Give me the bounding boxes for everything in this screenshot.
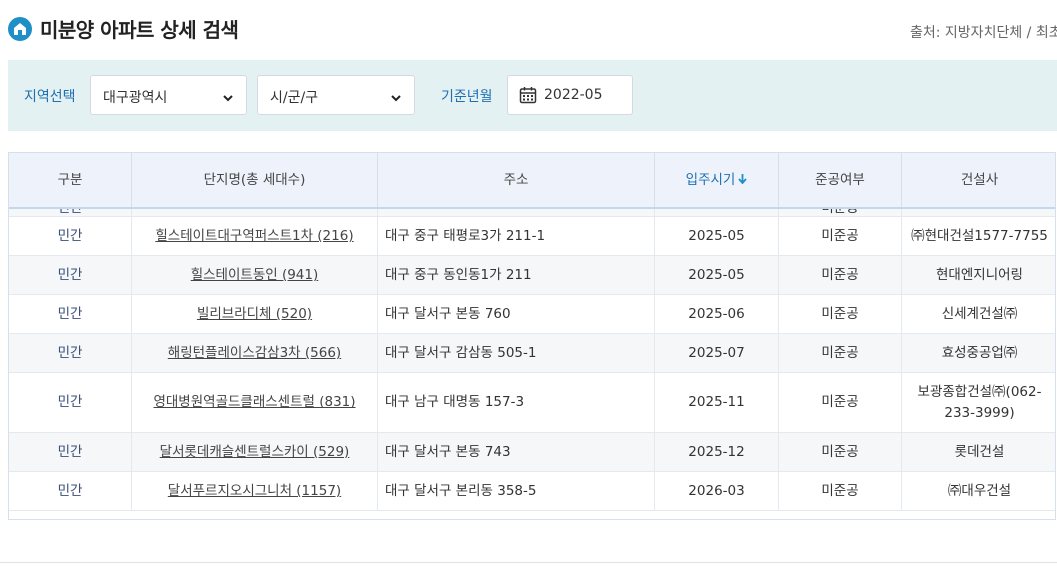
cell-address: 대구 남구 대명동 157-3 bbox=[378, 373, 655, 432]
cell-type: 민간 bbox=[9, 373, 132, 432]
column-header-completion[interactable]: 준공여부 bbox=[779, 153, 902, 207]
page-header: 미분양 아파트 상세 검색 출처: 지방자치단체 / 최초 bbox=[0, 0, 1057, 60]
cell-completion: 미준공 bbox=[779, 256, 902, 294]
table-row: 민간 달서푸르지오시그니처 (1157) 대구 달서구 본리동 358-5 2026-… bbox=[9, 472, 1055, 511]
column-header-move-in-label: 입주시기 bbox=[685, 172, 736, 188]
column-header-move-in[interactable]: 입주시기 bbox=[655, 153, 779, 207]
district-select[interactable]: 시/군/구 bbox=[257, 75, 415, 115]
region-select-value: 대구광역시 bbox=[103, 90, 168, 106]
cell-completion: 미준공 bbox=[779, 472, 902, 510]
date-label: 기준년월 bbox=[441, 89, 493, 105]
table-row: 민간 해링턴플레이스감삼3차 (566) 대구 달서구 감삼동 505-1 2025-… bbox=[9, 334, 1055, 373]
cell-type: 민간 bbox=[9, 295, 132, 333]
column-header-builder[interactable]: 건설사 bbox=[902, 153, 1055, 207]
complex-link[interactable]: 힐스테이트동인 (941) bbox=[191, 265, 319, 285]
table-body: 민간미준공민간힐스테이트대구역퍼스트1차 (216)대구 중구 태평로3가 21… bbox=[9, 201, 1055, 511]
cell-completion: 미준공 bbox=[779, 373, 902, 432]
cell-complex-name: 힐스테이트동인 (941) bbox=[132, 256, 378, 294]
cell-address: 대구 중구 동인동1가 211 bbox=[378, 256, 655, 294]
column-header-type[interactable]: 구분 bbox=[9, 153, 132, 207]
table-row: 민간 달서롯데캐슬센트럴스카이 (529) 대구 달서구 본동 743 2025-12… bbox=[9, 433, 1055, 472]
cell-move-in: 2025-06 bbox=[655, 295, 779, 333]
cell-type: 민간 bbox=[9, 433, 132, 471]
cell-move-in: 2026-03 bbox=[655, 472, 779, 510]
cell-type: 민간 bbox=[9, 217, 132, 255]
cell-type: 민간 bbox=[9, 334, 132, 372]
date-value: 2022-05 bbox=[544, 87, 603, 103]
complex-link[interactable]: 달서롯데캐슬센트럴스카이 (529) bbox=[160, 442, 350, 462]
cell-type: 민간 bbox=[9, 256, 132, 294]
table-row: 민간 빌리브라디체 (520) 대구 달서구 본동 760 2025-06 미준공 신세계… bbox=[9, 295, 1055, 334]
column-header-complex[interactable]: 단지명(총 세대수) bbox=[132, 153, 378, 207]
table-row: 민간 힐스테이트동인 (941) 대구 중구 동인동1가 211 2025-05 미준공… bbox=[9, 256, 1055, 295]
chevron-down-icon bbox=[222, 89, 234, 108]
complex-link[interactable]: 영대병원역골드클래스센트럴 (831) bbox=[153, 392, 355, 412]
cell-address: 대구 달서구 본동 760 bbox=[378, 295, 655, 333]
cell-complex-name: 달서롯데캐슬센트럴스카이 (529) bbox=[132, 433, 378, 471]
column-header-address[interactable]: 주소 bbox=[378, 153, 655, 207]
table-row: 민간 영대병원역골드클래스센트럴 (831) 대구 남구 대명동 157-3 2025… bbox=[9, 373, 1055, 433]
calendar-icon bbox=[519, 86, 537, 108]
page-title: 미분양 아파트 상세 검색 bbox=[40, 18, 239, 42]
cell-builder: 효성중공업㈜ bbox=[941, 344, 1018, 361]
source-text: 출처: 지방자치단체 / 최초 bbox=[910, 25, 1057, 41]
cell-completion: 미준공 bbox=[779, 217, 902, 255]
chevron-down-icon bbox=[390, 89, 402, 108]
cell-builder: 현대엔지니어링 bbox=[936, 266, 1023, 283]
divider bbox=[0, 562, 1057, 563]
filter-bar: 지역선택 대구광역시 시/군/구 기준년월 2022-05 bbox=[8, 60, 1057, 131]
cell-completion: 미준공 bbox=[779, 295, 902, 333]
cell-move-in: 2025-11 bbox=[655, 373, 779, 432]
cell-address: 대구 달서구 본리동 358-5 bbox=[378, 472, 655, 510]
cell-builder: ㈜대우건설 bbox=[947, 482, 1012, 499]
cell-type: 민간 bbox=[9, 472, 132, 510]
district-select-value: 시/군/구 bbox=[270, 90, 319, 106]
date-picker[interactable]: 2022-05 bbox=[507, 75, 633, 115]
cell-completion: 미준공 bbox=[779, 433, 902, 471]
cell-complex-name: 힐스테이트대구역퍼스트1차 (216) bbox=[132, 217, 378, 255]
cell-complex-name: 빌리브라디체 (520) bbox=[132, 295, 378, 333]
cell-completion: 미준공 bbox=[779, 334, 902, 372]
complex-link[interactable]: 빌리브라디체 (520) bbox=[197, 304, 312, 324]
region-select[interactable]: 대구광역시 bbox=[90, 75, 247, 115]
table-row: 민간 힐스테이트대구역퍼스트1차 (216) 대구 중구 태평로3가 211-1 20… bbox=[9, 217, 1055, 256]
cell-address: 대구 중구 태평로3가 211-1 bbox=[378, 217, 655, 255]
complex-link[interactable]: 힐스테이트대구역퍼스트1차 (216) bbox=[155, 226, 353, 246]
region-label: 지역선택 bbox=[24, 89, 76, 105]
cell-complex-name: 달서푸르지오시그니처 (1157) bbox=[132, 472, 378, 510]
cell-move-in: 2025-12 bbox=[655, 433, 779, 471]
cell-move-in: 2025-07 bbox=[655, 334, 779, 372]
cell-complex-name: 해링턴플레이스감삼3차 (566) bbox=[132, 334, 378, 372]
complex-link[interactable]: 달서푸르지오시그니처 (1157) bbox=[168, 481, 341, 501]
cell-complex-name: 영대병원역골드클래스센트럴 (831) bbox=[132, 373, 378, 432]
cell-builder: ㈜현대건설1577-7755 bbox=[911, 227, 1048, 244]
cell-move-in: 2025-05 bbox=[655, 256, 779, 294]
cell-move-in: 2025-05 bbox=[655, 217, 779, 255]
complex-link[interactable]: 해링턴플레이스감삼3차 (566) bbox=[168, 343, 341, 363]
results-table: 구분 단지명(총 세대수) 주소 입주시기 준공여부 건설사 민간미준공민간힐스… bbox=[8, 152, 1056, 520]
cell-address: 대구 달서구 감삼동 505-1 bbox=[378, 334, 655, 372]
home-icon bbox=[8, 17, 32, 41]
table-header: 구분 단지명(총 세대수) 주소 입주시기 준공여부 건설사 bbox=[9, 153, 1055, 209]
cell-builder: 신세계건설㈜ bbox=[941, 305, 1018, 322]
sort-down-arrow-icon bbox=[738, 153, 748, 207]
cell-address: 대구 달서구 본동 743 bbox=[378, 433, 655, 471]
cell-builder: 보광종합건설㈜(062-233-3999) bbox=[917, 384, 1042, 421]
cell-builder: 롯데건설 bbox=[954, 443, 1005, 460]
